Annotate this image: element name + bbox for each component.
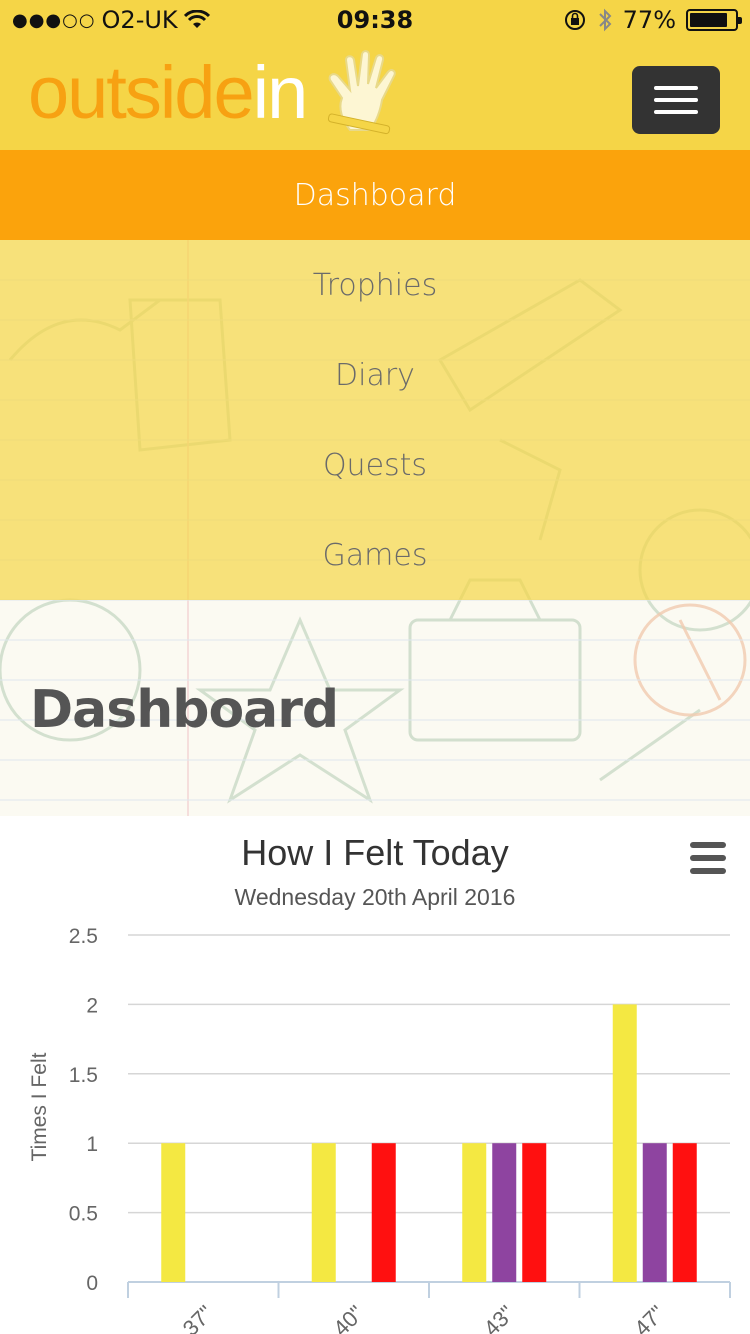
page-title: Dashboard: [30, 680, 339, 740]
chart-y-tick-label: 2: [86, 994, 98, 1017]
hamburger-icon-bar: [654, 86, 698, 90]
chart-bar: [462, 1143, 487, 1282]
logo-text-in: in: [252, 51, 309, 134]
app-logo[interactable]: outside in: [28, 48, 309, 138]
nav-item-diary[interactable]: Diary: [0, 330, 750, 420]
nav-item-quests[interactable]: Quests: [0, 420, 750, 510]
nav-item-trophies[interactable]: Trophies: [0, 240, 750, 330]
chart-plot: 0 0.5 1 1.5 2 2.5 37" 40" 43" 47": [69, 925, 731, 1334]
chart-x-tick-label: 40": [328, 1300, 369, 1334]
chart-bar: [161, 1143, 186, 1282]
hamburger-icon-bar: [654, 98, 698, 102]
chart-y-tick-label: 1.5: [69, 1064, 98, 1087]
status-right: 77%: [563, 6, 742, 34]
chart-x-tick-label: 37": [178, 1300, 219, 1334]
nav-item-dashboard[interactable]: Dashboard: [0, 150, 750, 240]
hand-icon: [327, 50, 396, 135]
chart-bar: [522, 1143, 547, 1282]
chart-y-tick-label: 1: [86, 1133, 98, 1156]
chart-bar: [311, 1143, 336, 1282]
chart-x-tick-label: 47": [629, 1300, 670, 1334]
battery-icon: [686, 9, 742, 31]
chart-bar: [371, 1143, 396, 1282]
hamburger-icon-bar: [654, 110, 698, 114]
chart-x-tick-label: 43": [479, 1300, 520, 1334]
rotation-lock-icon: [564, 10, 585, 30]
chart-bar: [612, 1004, 637, 1282]
chart-y-tick-label: 2.5: [69, 925, 98, 948]
hamburger-menu-button[interactable]: [632, 66, 720, 134]
status-bar: ●●●○○ O2-UK 09:38 77%: [0, 0, 750, 40]
battery-percent: 77%: [622, 6, 676, 34]
chart-y-tick-label: 0: [86, 1272, 98, 1295]
main-nav: Dashboard Trophies Diary Quests Games: [0, 150, 750, 600]
chart-bar: [672, 1143, 697, 1282]
app-header: outside in: [0, 40, 750, 150]
chart-y-tick-label: 0.5: [69, 1203, 98, 1226]
bluetooth-icon: [598, 8, 612, 32]
nav-item-games[interactable]: Games: [0, 510, 750, 600]
chart-bar: [642, 1143, 667, 1282]
chart-bar: [492, 1143, 517, 1282]
logo-text-outside: outside: [28, 51, 255, 134]
